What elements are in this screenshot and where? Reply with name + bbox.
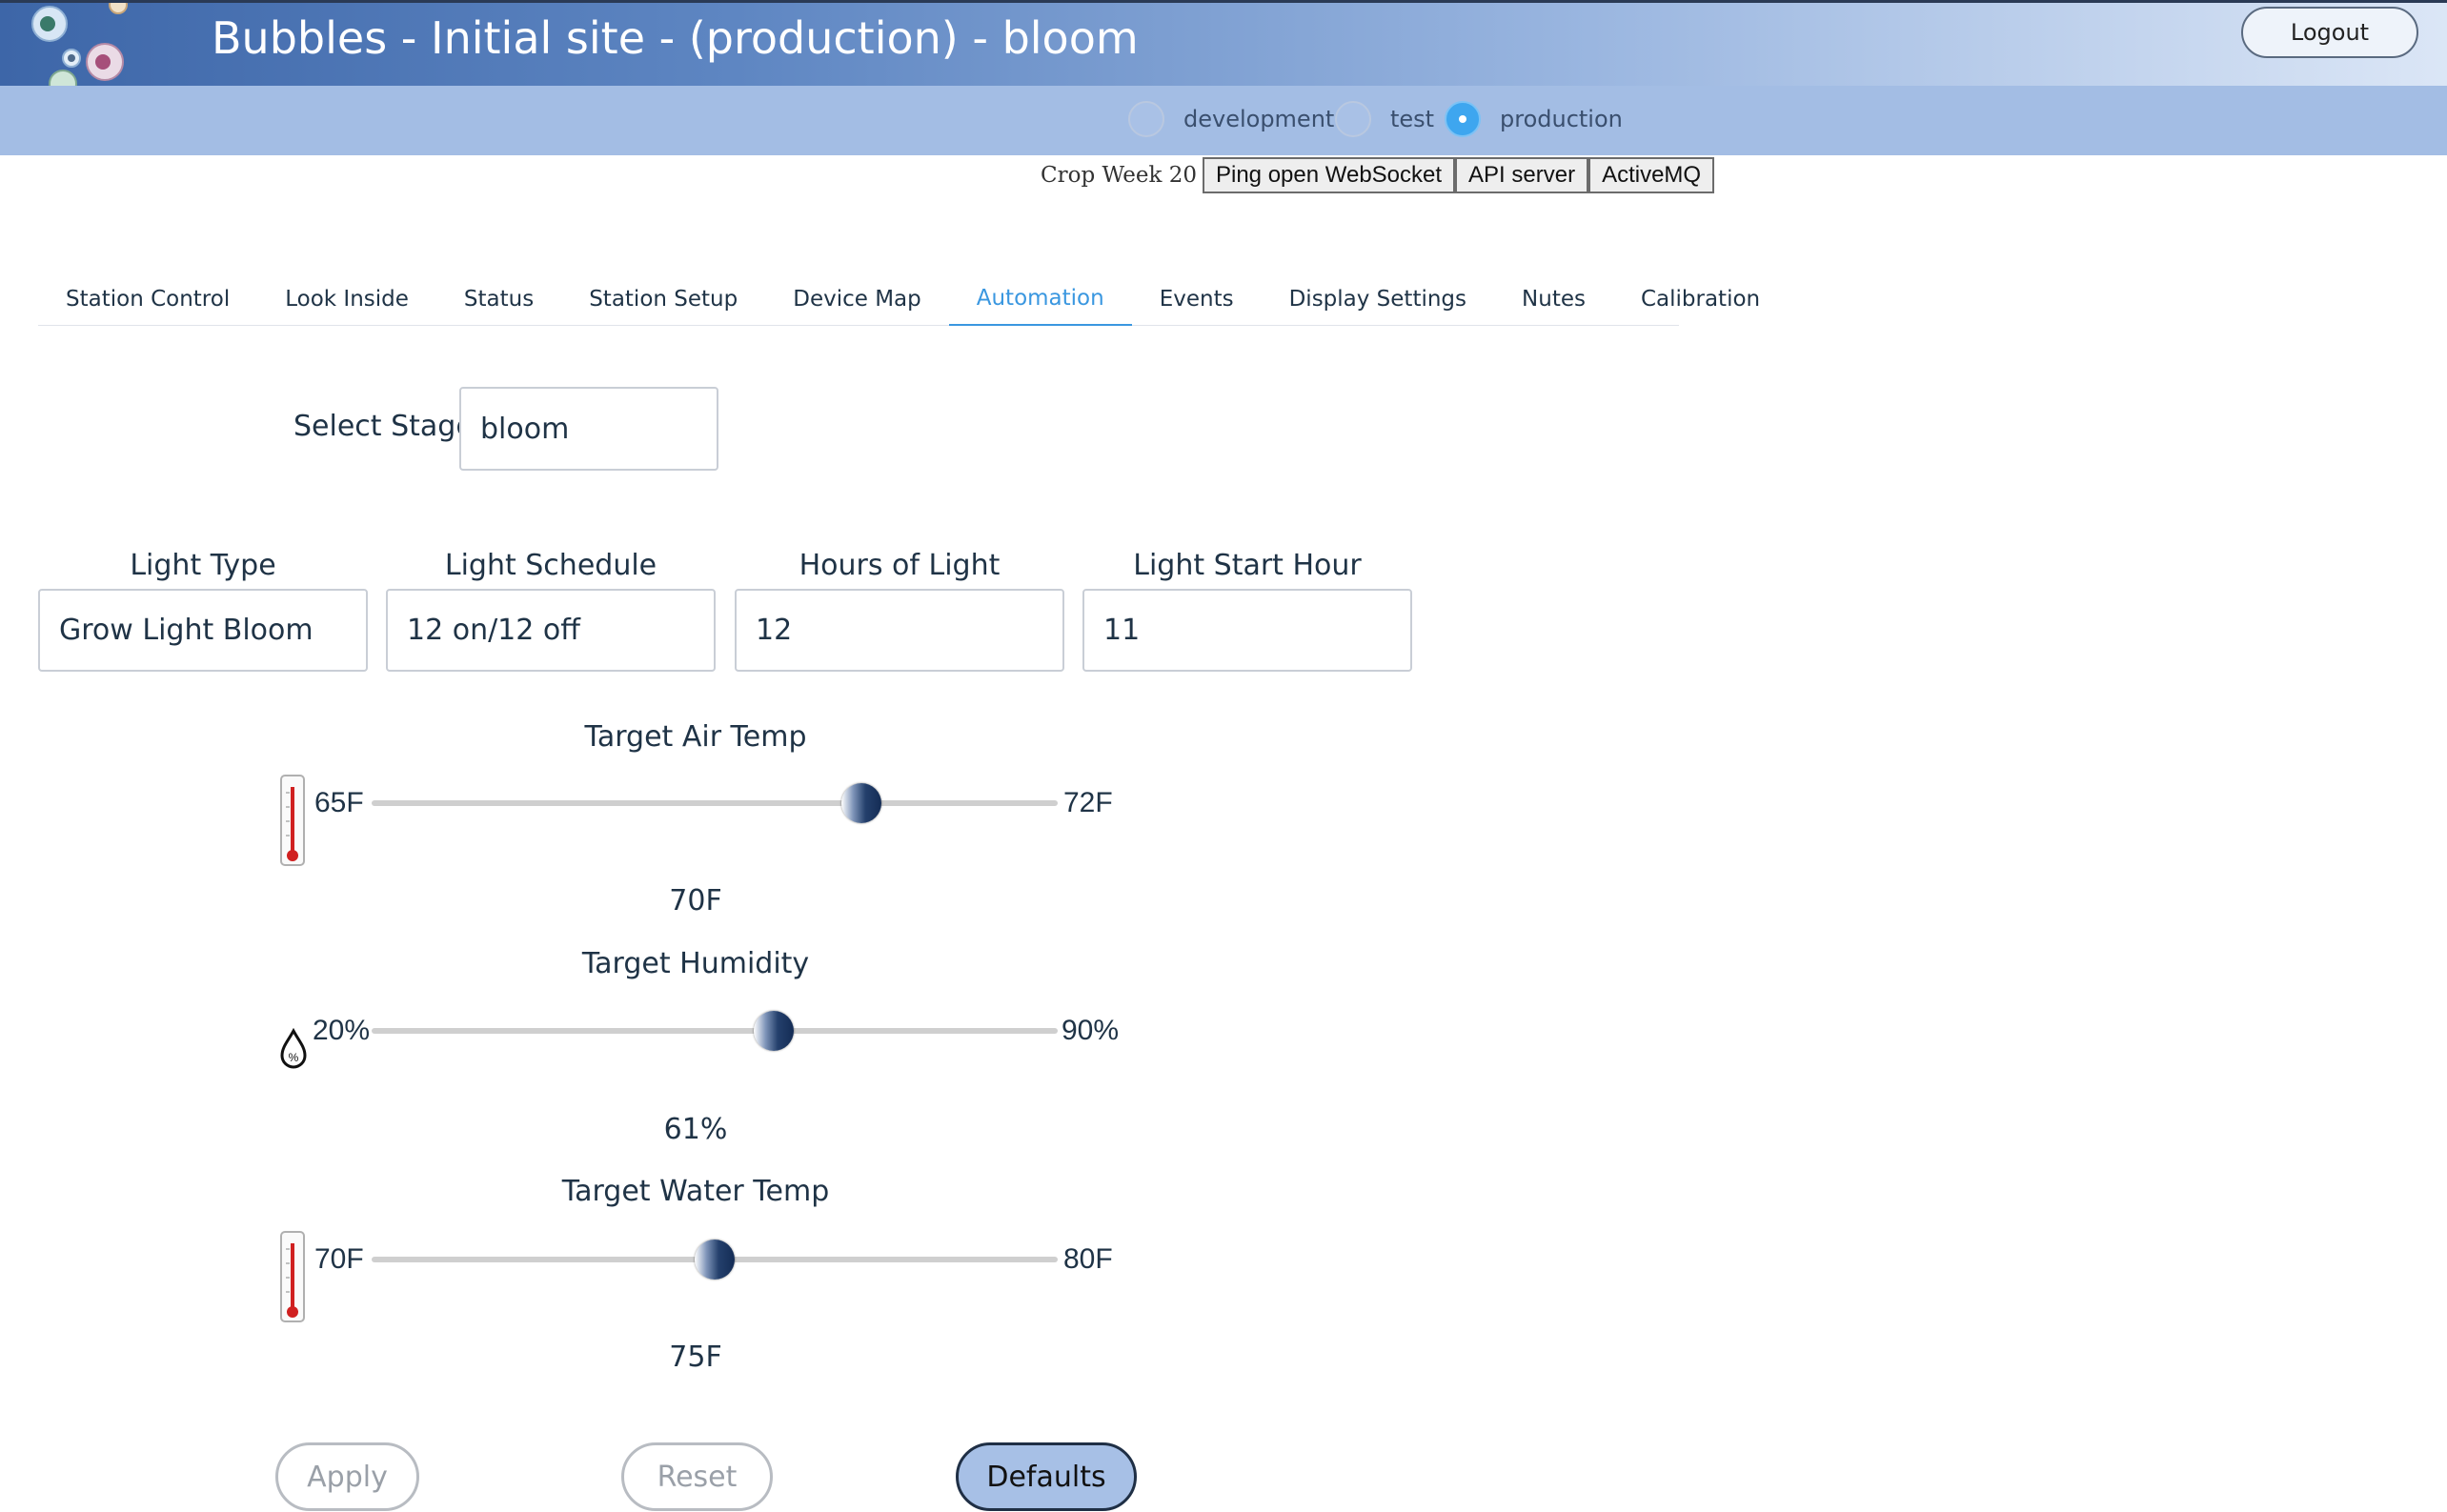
app-title: Bubbles - Initial site - (production) - …: [212, 12, 1139, 64]
humidity-min: 20%: [313, 1015, 371, 1046]
app-header: Bubbles - Initial site - (production) - …: [0, 0, 2447, 87]
humidity-slider-row: % 20% 90%: [278, 1001, 1136, 1069]
air-temp-min: 65F: [314, 787, 364, 818]
humidity-value: 61%: [663, 1113, 728, 1146]
light-type-select[interactable]: Grow Light Bloom: [38, 589, 368, 672]
tab-calibration[interactable]: Calibration: [1613, 272, 1788, 326]
tab-display-settings[interactable]: Display Settings: [1262, 272, 1494, 326]
env-label: production: [1500, 106, 1623, 132]
apply-button[interactable]: Apply: [275, 1442, 419, 1511]
tab-nutes[interactable]: Nutes: [1494, 272, 1613, 326]
humidity-track[interactable]: [372, 1011, 1058, 1051]
env-option-development[interactable]: development: [1128, 101, 1334, 137]
light-start-hour-label: Light Start Hour: [1133, 549, 1362, 582]
tab-events[interactable]: Events: [1132, 272, 1262, 326]
env-radio-production[interactable]: [1445, 101, 1481, 137]
activemq-button[interactable]: ActiveMQ: [1588, 157, 1715, 193]
light-start-hour-input[interactable]: 11: [1082, 589, 1412, 672]
environment-bar: development test production: [0, 86, 2447, 155]
air-temp-thumb[interactable]: [841, 783, 882, 823]
water-temp-thumb[interactable]: [695, 1240, 735, 1280]
air-temp-max: 72F: [1063, 787, 1113, 818]
env-option-test[interactable]: test: [1335, 101, 1434, 137]
water-temp-value: 75F: [669, 1341, 722, 1374]
thermometer-icon: [280, 1231, 305, 1322]
humidity-thumb[interactable]: [753, 1011, 794, 1051]
toolbar: Crop Week 20 Ping open WebSocket API ser…: [1041, 156, 1715, 194]
water-temp-min: 70F: [314, 1243, 364, 1275]
hours-of-light-input[interactable]: 12: [735, 589, 1064, 672]
tab-device-map[interactable]: Device Map: [765, 272, 949, 326]
tab-station-setup[interactable]: Station Setup: [561, 272, 765, 326]
crop-week-label: Crop Week 20: [1041, 163, 1197, 188]
env-radio-development[interactable]: [1128, 101, 1164, 137]
reset-button[interactable]: Reset: [621, 1442, 773, 1511]
humidity-drop-icon: %: [280, 1028, 307, 1069]
logout-button[interactable]: Logout: [2241, 7, 2418, 58]
select-stage-label: Select Stage: [293, 410, 474, 443]
env-radio-test[interactable]: [1335, 101, 1371, 137]
humidity-title: Target Humidity: [581, 947, 810, 980]
light-schedule-label: Light Schedule: [444, 549, 657, 582]
env-option-production[interactable]: production: [1445, 101, 1623, 137]
tab-status[interactable]: Status: [436, 272, 561, 326]
thermometer-icon: [280, 775, 305, 866]
env-label: test: [1390, 106, 1435, 132]
tab-bar: Station Control Look Inside Status Stati…: [38, 272, 1760, 326]
api-server-button[interactable]: API server: [1455, 157, 1589, 193]
air-temp-track[interactable]: [372, 783, 1058, 823]
air-temp-title: Target Air Temp: [584, 720, 807, 754]
tab-station-control[interactable]: Station Control: [38, 272, 257, 326]
defaults-button[interactable]: Defaults: [956, 1442, 1137, 1511]
hours-of-light-label: Hours of Light: [799, 549, 1001, 582]
env-label: development: [1183, 106, 1335, 132]
ping-websocket-button[interactable]: Ping open WebSocket: [1202, 157, 1456, 193]
tab-look-inside[interactable]: Look Inside: [257, 272, 436, 326]
water-temp-track[interactable]: [372, 1240, 1058, 1280]
svg-text:%: %: [289, 1051, 299, 1064]
tab-automation[interactable]: Automation: [948, 272, 1132, 326]
stage-select[interactable]: bloom: [459, 387, 718, 471]
light-type-label: Light Type: [130, 549, 276, 582]
water-temp-max: 80F: [1063, 1243, 1113, 1275]
water-temp-slider-row: 70F 80F: [278, 1230, 1136, 1322]
humidity-max: 90%: [1062, 1015, 1120, 1046]
air-temp-slider-row: 65F 72F: [278, 774, 1136, 866]
bubbles-logo: [31, 3, 128, 87]
air-temp-value: 70F: [669, 884, 722, 917]
water-temp-title: Target Water Temp: [561, 1175, 830, 1208]
light-schedule-select[interactable]: 12 on/12 off: [386, 589, 716, 672]
